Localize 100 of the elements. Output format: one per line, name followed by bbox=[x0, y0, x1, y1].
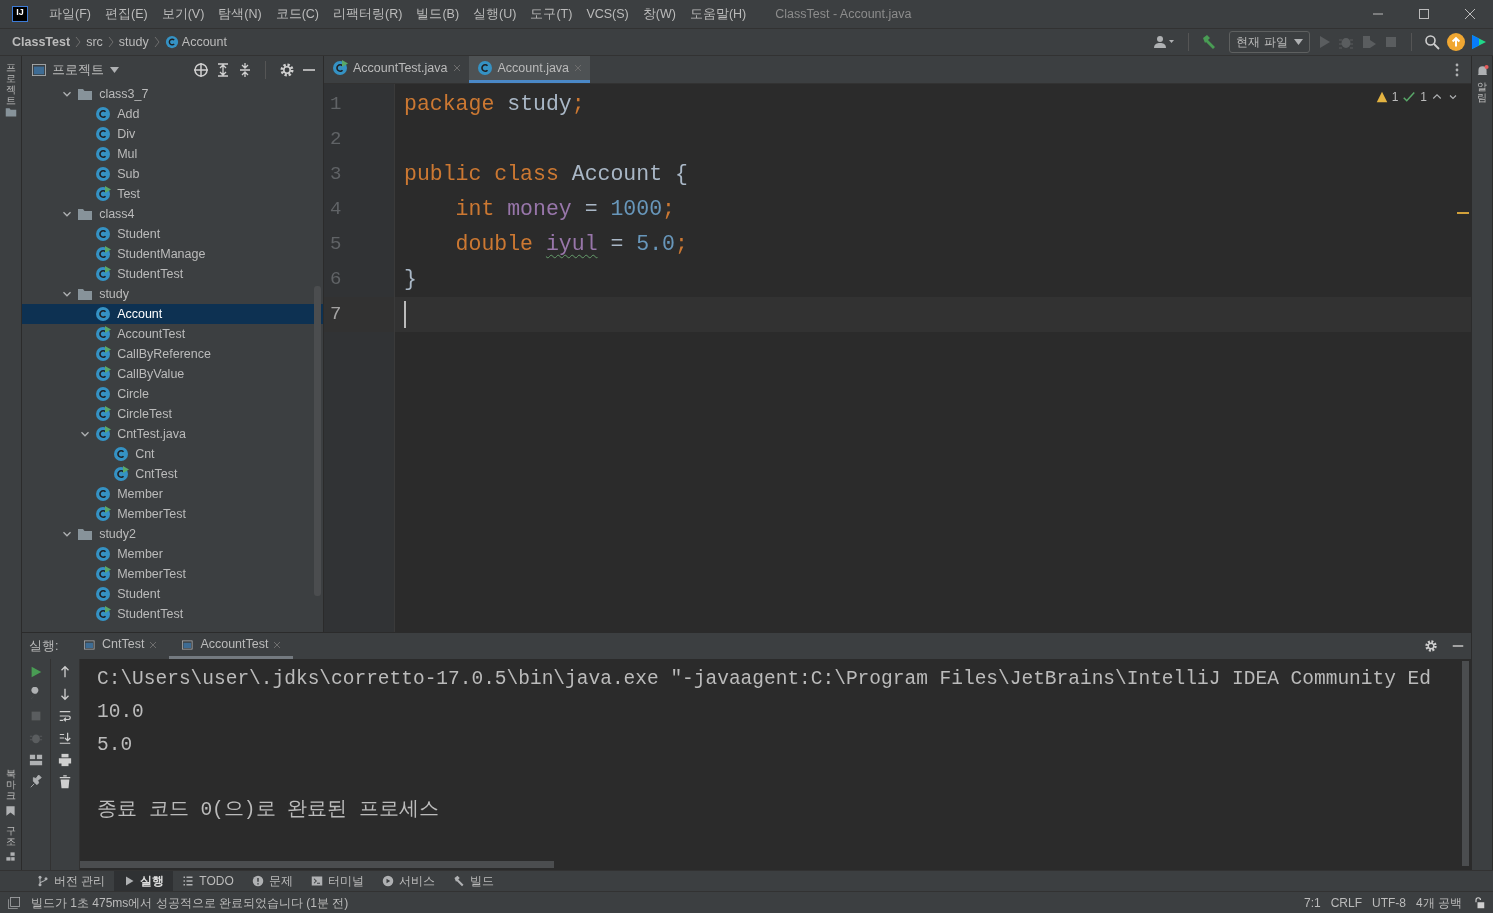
runnable-class-icon bbox=[95, 186, 111, 202]
breadcrumb[interactable]: ClassTest bbox=[12, 32, 71, 52]
menu-item[interactable]: 창(W) bbox=[635, 4, 683, 24]
menu-item[interactable]: 빌드(B) bbox=[409, 4, 467, 24]
pin-icon[interactable] bbox=[29, 775, 43, 789]
tree-item[interactable]: Test bbox=[22, 184, 323, 204]
tree-item[interactable]: Circle bbox=[22, 384, 323, 404]
tree-item[interactable]: CntTest.java bbox=[22, 424, 323, 444]
bell-icon[interactable] bbox=[1475, 64, 1489, 78]
tree-item[interactable]: MemberTest bbox=[22, 564, 323, 584]
tree-item[interactable]: Member bbox=[22, 544, 323, 564]
tree-item[interactable]: study2 bbox=[22, 524, 323, 544]
scrollbar[interactable] bbox=[80, 861, 554, 868]
tree-item[interactable]: StudentTest bbox=[22, 604, 323, 624]
run-config-dropdown[interactable]: 현재 파일 bbox=[1229, 31, 1310, 53]
code-token: 5.0 bbox=[636, 231, 675, 258]
tool-window-tab[interactable]: 서비스 bbox=[372, 871, 444, 891]
tree-item[interactable]: Member bbox=[22, 484, 323, 504]
tree-item[interactable]: CallByValue bbox=[22, 364, 323, 384]
scrollbar[interactable] bbox=[1462, 661, 1469, 866]
breadcrumb[interactable]: src bbox=[86, 32, 103, 52]
tree-item[interactable]: class3_7 bbox=[22, 84, 323, 104]
run-label: 실행: bbox=[29, 637, 60, 655]
menu-item[interactable]: 편집(E) bbox=[97, 4, 155, 24]
down-arrow-icon[interactable] bbox=[58, 687, 72, 701]
tree-item[interactable]: CallByReference bbox=[22, 344, 323, 364]
window-title: ClassTest - Account.java bbox=[775, 5, 912, 23]
menu-item[interactable]: 도구(T) bbox=[523, 4, 580, 24]
tree-item[interactable]: StudentManage bbox=[22, 244, 323, 264]
tool-window-tab[interactable]: 빌드 bbox=[443, 871, 503, 891]
tree-item[interactable]: Mul bbox=[22, 144, 323, 164]
menu-item[interactable]: 도움말(H) bbox=[682, 4, 754, 24]
caret-position[interactable]: 7:1 bbox=[1298, 893, 1326, 912]
collapse-all-icon[interactable] bbox=[237, 62, 253, 78]
tool-window-button[interactable]: 북마크 bbox=[5, 768, 16, 801]
caret-icon bbox=[110, 67, 120, 73]
breadcrumb[interactable]: study bbox=[118, 32, 149, 52]
tree-item[interactable]: Student bbox=[22, 584, 323, 604]
hammer-icon[interactable] bbox=[1200, 34, 1217, 50]
run-tab[interactable]: CntTest bbox=[71, 633, 170, 659]
tool-window-tab[interactable]: 버전 관리 bbox=[28, 871, 115, 891]
close-button[interactable] bbox=[1462, 6, 1478, 22]
scroll-end-icon[interactable] bbox=[58, 731, 72, 745]
editor-tab[interactable]: Account.java bbox=[468, 56, 591, 83]
menu-item[interactable]: 코드(C) bbox=[268, 4, 327, 24]
tree-item[interactable]: StudentTest bbox=[22, 264, 323, 284]
weak-warning-count[interactable]: 1 bbox=[1420, 88, 1427, 106]
file-encoding[interactable]: UTF-8 bbox=[1367, 893, 1411, 912]
indent-setting[interactable]: 4개 공백 bbox=[1411, 893, 1467, 912]
locate-icon[interactable] bbox=[192, 62, 209, 78]
menu-item[interactable]: 파일(F) bbox=[42, 4, 98, 24]
tree-item[interactable]: CntTest bbox=[22, 464, 323, 484]
trash-icon[interactable] bbox=[58, 775, 72, 789]
settings-icon[interactable] bbox=[278, 62, 295, 78]
line-separator[interactable]: CRLF bbox=[1325, 893, 1367, 912]
tree-item[interactable]: class4 bbox=[22, 204, 323, 224]
tree-item[interactable]: Student bbox=[22, 224, 323, 244]
user-icon[interactable] bbox=[1153, 34, 1176, 50]
console-line: 5.0 bbox=[97, 733, 134, 758]
tree-item[interactable]: Sub bbox=[22, 164, 323, 184]
warning-count[interactable]: 1 bbox=[1391, 88, 1399, 106]
tree-item[interactable]: Div bbox=[22, 124, 323, 144]
layout-icon[interactable] bbox=[29, 753, 43, 767]
update-icon[interactable] bbox=[1446, 33, 1465, 51]
tool-window-button[interactable]: 프로젝트 bbox=[5, 62, 16, 107]
menu-item[interactable]: 탐색(N) bbox=[211, 4, 269, 24]
tool-window-button[interactable]: 구조 bbox=[5, 825, 16, 847]
tool-window-tab[interactable]: 터미널 bbox=[301, 871, 373, 891]
toolbox-icon[interactable] bbox=[1470, 34, 1487, 50]
editor-tab[interactable]: AccountTest.java bbox=[324, 56, 469, 83]
scrollbar[interactable] bbox=[314, 286, 321, 596]
menu-item[interactable]: 리팩터링(R) bbox=[326, 4, 410, 24]
settings-icon[interactable] bbox=[1424, 639, 1439, 653]
menu-item[interactable]: 보기(V) bbox=[154, 4, 212, 24]
panel-toggle-icon[interactable] bbox=[8, 896, 20, 909]
search-icon[interactable] bbox=[1424, 34, 1441, 50]
tree-item[interactable]: AccountTest bbox=[22, 324, 323, 344]
tree-item[interactable]: CircleTest bbox=[22, 404, 323, 424]
tool-window-button[interactable]: 알림 bbox=[1477, 81, 1487, 104]
tool-window-tab[interactable]: TODO bbox=[173, 871, 243, 891]
menu-item[interactable]: 실행(U) bbox=[466, 4, 524, 24]
text-caret bbox=[404, 301, 406, 328]
run-icon[interactable] bbox=[29, 665, 43, 679]
maximize-button[interactable] bbox=[1416, 6, 1432, 22]
up-arrow-icon[interactable] bbox=[58, 665, 72, 679]
tree-item[interactable]: Cnt bbox=[22, 444, 323, 464]
tree-item[interactable]: Account bbox=[22, 304, 323, 324]
menu-item[interactable]: VCS(S) bbox=[579, 4, 636, 24]
tree-item[interactable]: Add bbox=[22, 104, 323, 124]
tree-item[interactable]: study bbox=[22, 284, 323, 304]
tree-item[interactable]: MemberTest bbox=[22, 504, 323, 524]
tool-window-tab[interactable]: 문제 bbox=[242, 871, 302, 891]
run-icon bbox=[123, 875, 136, 887]
breadcrumb[interactable]: Account bbox=[181, 32, 227, 52]
print-icon[interactable] bbox=[58, 753, 72, 767]
lock-icon[interactable] bbox=[1473, 896, 1485, 909]
tool-window-tab[interactable]: 실행 bbox=[114, 871, 174, 891]
wrap-icon[interactable] bbox=[58, 709, 72, 723]
code-token: } bbox=[404, 266, 417, 293]
runnable-class-icon bbox=[332, 60, 348, 76]
